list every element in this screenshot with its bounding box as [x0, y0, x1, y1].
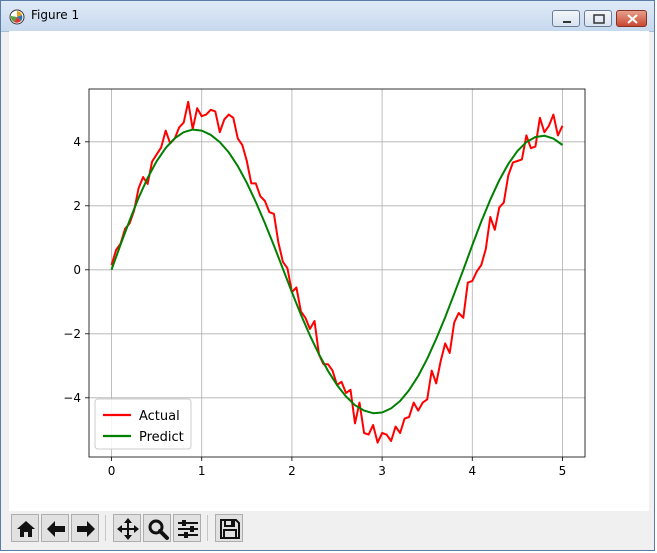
y-tick-label: −4: [63, 391, 81, 405]
forward-button[interactable]: [71, 514, 99, 542]
maximize-button[interactable]: [584, 10, 612, 27]
toolbar-separator: [207, 515, 208, 541]
minimize-icon: [563, 21, 571, 23]
x-tick-label: 2: [288, 464, 296, 478]
matplotlib-icon: [9, 9, 25, 25]
y-tick-label: 2: [73, 199, 81, 213]
window-title: Figure 1: [31, 8, 80, 22]
pan-button[interactable]: [113, 514, 141, 542]
arrow-left-icon: [47, 521, 65, 537]
zoom-button[interactable]: [143, 514, 171, 542]
navigation-toolbar: [9, 511, 649, 547]
arrow-right-icon: [77, 521, 95, 537]
home-icon: [17, 521, 35, 537]
x-tick-label: 1: [198, 464, 206, 478]
y-tick-label: 4: [73, 135, 81, 149]
sliders-icon: [178, 520, 198, 538]
y-tick-label: 0: [73, 263, 81, 277]
line-chart: 0 1 2 3 4 5 −4 −2 0 2 4 Actual Predict: [63, 88, 586, 478]
maximize-icon: [593, 14, 605, 24]
legend-label-actual: Actual: [139, 409, 180, 424]
floppy-disk-icon: [220, 519, 240, 539]
close-button[interactable]: [616, 10, 647, 27]
series-line-predict: [110, 128, 564, 415]
save-button[interactable]: [215, 514, 243, 542]
legend-label-predict: Predict: [139, 430, 184, 445]
configure-subplots-button[interactable]: [173, 514, 201, 542]
figure-window: Figure 1 0 1 2 3 4 5 −4 −2 0 2 4 Actual Predict: [0, 0, 655, 551]
figure-canvas[interactable]: 0 1 2 3 4 5 −4 −2 0 2 4 Actual Predict: [9, 31, 649, 511]
back-button[interactable]: [41, 514, 69, 542]
magnifier-icon: [148, 519, 169, 540]
x-tick-label: 0: [108, 464, 116, 478]
close-icon: [627, 14, 638, 24]
home-button[interactable]: [11, 514, 39, 542]
y-tick-label: −2: [63, 327, 81, 341]
series-line-actual: [110, 100, 564, 444]
minimize-button[interactable]: [552, 10, 580, 27]
toolbar-separator: [105, 515, 106, 541]
x-tick-label: 4: [468, 464, 476, 478]
x-tick-label: 5: [559, 464, 567, 478]
title-bar[interactable]: Figure 1: [1, 1, 654, 32]
move-icon: [117, 518, 139, 540]
x-tick-label: 3: [378, 464, 386, 478]
